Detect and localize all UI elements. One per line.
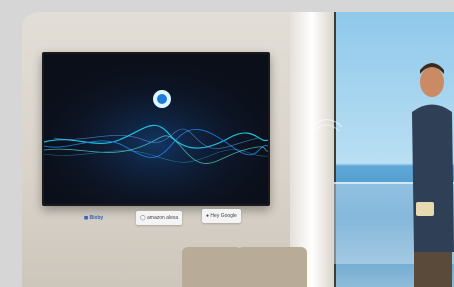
google-label: Hey Google [210,213,237,219]
alexa-logo: ◯ amazon alexa [136,211,183,225]
tv-screen-waveform [44,54,268,204]
bixby-logo: ◼ Bixby [80,211,107,225]
alexa-label: amazon alexa [147,215,179,221]
living-room-photo: ◼ Bixby ◯ amazon alexa ● Hey Google [22,12,454,287]
alexa-icon: ◯ [140,215,146,221]
image-frame: ◼ Bixby ◯ amazon alexa ● Hey Google [0,0,454,287]
google-icon: ● [206,213,210,219]
bixby-label: Bixby [89,215,104,221]
sound-wave-ripple [311,119,343,132]
wall-pillar [290,12,334,287]
man-standing [412,63,454,287]
voice-assistant-logos: ◼ Bixby ◯ amazon alexa ● Hey Google [80,207,310,227]
google-logo: ● Hey Google [202,209,241,223]
chair-left [182,247,242,287]
chair-right [237,247,307,287]
tv [42,52,270,206]
bixby-icon: ◼ [84,215,89,221]
